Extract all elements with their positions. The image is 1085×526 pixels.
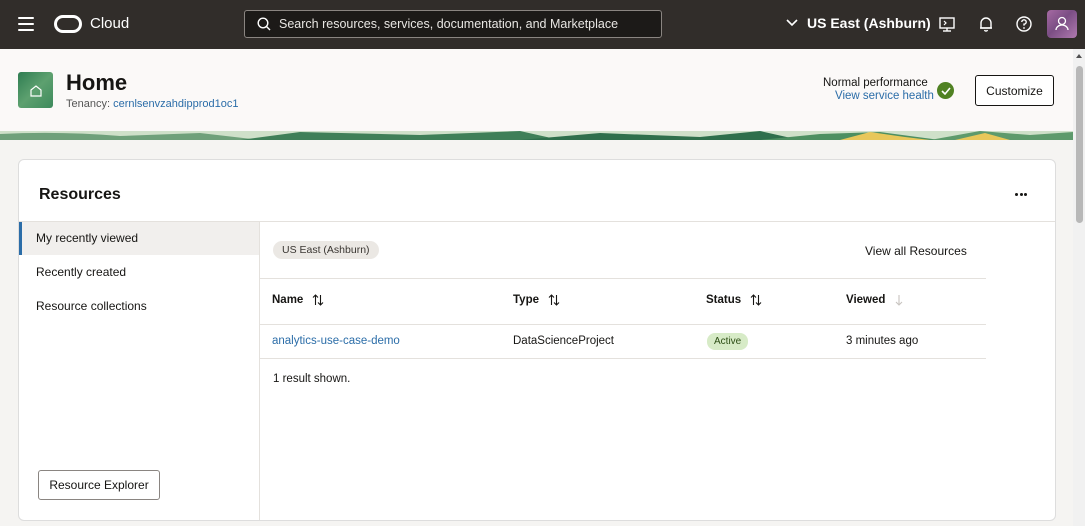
sort-icon[interactable] — [548, 294, 560, 306]
sort-icon[interactable] — [750, 294, 762, 306]
table-divider — [260, 278, 986, 279]
tenancy-info: Tenancy: cernlsenvzahdipprod1oc1 — [66, 98, 238, 110]
column-label: Viewed — [846, 294, 886, 306]
view-all-resources-link[interactable]: View all Resources — [865, 244, 967, 258]
tenancy-label: Tenancy: — [66, 98, 111, 110]
nav-item-recently-created[interactable]: Recently created — [19, 256, 259, 289]
help-icon[interactable] — [1015, 15, 1033, 33]
column-label: Name — [272, 294, 304, 306]
column-header-name[interactable]: Name — [272, 294, 324, 306]
status-badge: Active — [707, 333, 749, 350]
performance-status: Normal performance View service health — [823, 77, 934, 102]
column-header-type[interactable]: Type — [513, 294, 560, 306]
page-scrollbar[interactable] — [1073, 49, 1085, 526]
user-icon — [1055, 16, 1069, 31]
resources-nav: My recently viewed Recently created Reso… — [19, 222, 260, 520]
sort-descending-icon[interactable] — [894, 294, 904, 306]
customize-button[interactable]: Customize — [975, 75, 1054, 106]
tenancy-link[interactable]: cernlsenvzahdipprod1oc1 — [113, 98, 238, 110]
page-title: Home — [66, 70, 128, 95]
column-label: Type — [513, 294, 539, 306]
table-cell-type: DataScienceProject — [513, 335, 614, 347]
search-input[interactable] — [279, 11, 649, 37]
top-navigation-bar: Cloud US East (Ashburn) — [0, 0, 1085, 49]
resource-link[interactable]: analytics-use-case-demo — [272, 335, 400, 347]
user-avatar[interactable] — [1047, 10, 1077, 38]
region-label: US East (Ashburn) — [807, 15, 931, 31]
brand-label[interactable]: Cloud — [90, 15, 129, 32]
resources-card: Resources My recently viewed Recently cr… — [18, 159, 1056, 521]
scroll-up-icon[interactable] — [1076, 54, 1082, 58]
column-header-viewed[interactable]: Viewed — [846, 294, 904, 306]
bell-icon[interactable] — [977, 15, 995, 33]
table-cell-name: analytics-use-case-demo — [272, 335, 400, 347]
search-box[interactable] — [244, 10, 662, 38]
column-header-status[interactable]: Status — [706, 294, 762, 306]
page-header: Home Tenancy: cernlsenvzahdipprod1oc1 No… — [0, 49, 1073, 140]
check-circle-icon — [937, 82, 954, 99]
scrollbar-thumb[interactable] — [1076, 66, 1083, 223]
cloud-shell-icon[interactable] — [938, 15, 956, 33]
resource-explorer-button[interactable]: Resource Explorer — [38, 470, 160, 500]
nav-item-resource-collections[interactable]: Resource collections — [19, 290, 259, 323]
home-tile-icon — [18, 72, 53, 108]
column-label: Status — [706, 294, 742, 306]
result-count: 1 result shown. — [273, 373, 351, 385]
decorative-banner — [0, 131, 1073, 140]
service-health-link[interactable]: View service health — [835, 90, 934, 102]
table-cell-viewed: 3 minutes ago — [846, 335, 919, 347]
sort-icon[interactable] — [312, 294, 324, 306]
home-icon — [29, 84, 42, 97]
card-title: Resources — [39, 186, 121, 203]
performance-label: Normal performance — [823, 77, 928, 89]
table-divider — [260, 358, 986, 359]
more-actions-icon[interactable] — [1010, 185, 1032, 203]
table-divider — [260, 324, 986, 325]
chevron-down-icon — [786, 19, 798, 27]
region-selector[interactable]: US East (Ashburn) — [786, 15, 931, 31]
region-chip: US East (Ashburn) — [273, 241, 379, 259]
menu-icon[interactable] — [18, 17, 34, 31]
nav-item-my-recently-viewed[interactable]: My recently viewed — [19, 222, 259, 255]
search-icon — [257, 17, 271, 31]
oracle-logo-icon[interactable] — [54, 15, 82, 33]
